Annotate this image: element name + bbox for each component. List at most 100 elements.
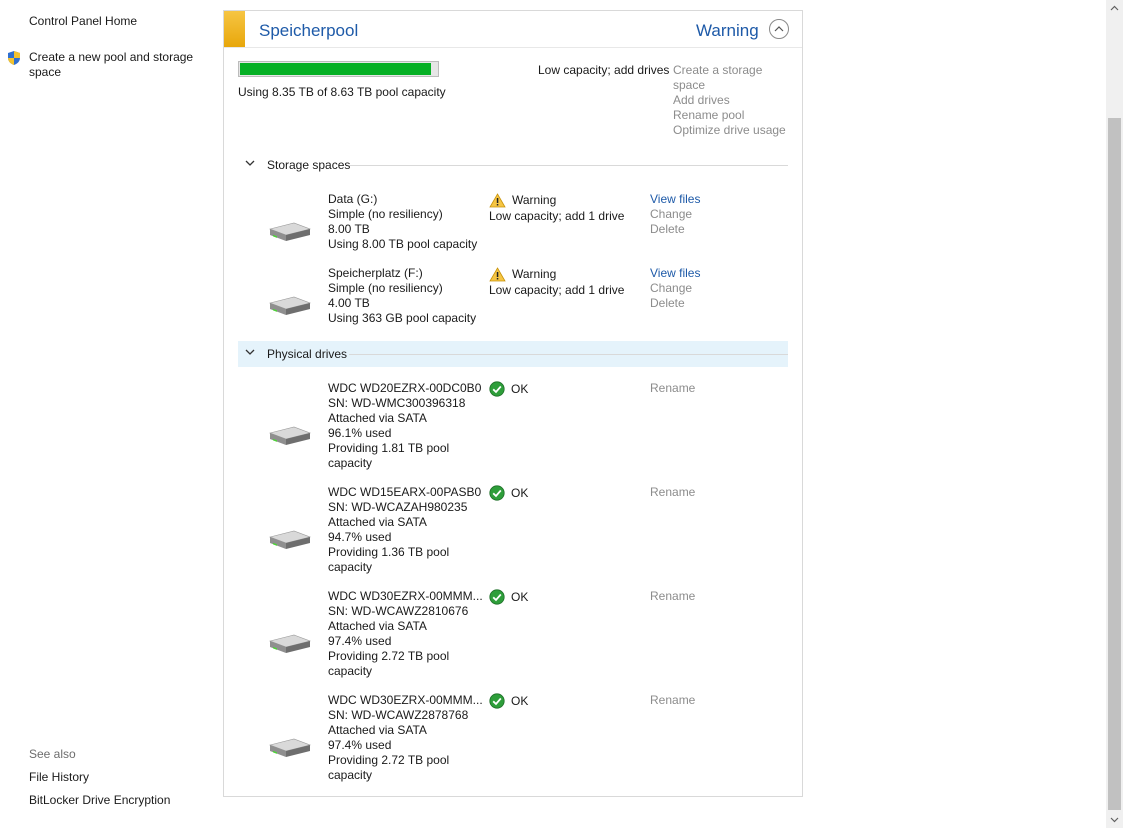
rename-drive-link[interactable]: Rename [650,381,695,396]
see-also-heading: See also [29,747,76,761]
drive-status-label: OK [511,590,529,604]
hard-drive-icon [268,222,312,241]
rename-drive-link[interactable]: Rename [650,589,695,604]
drive-used: 94.7% used [328,530,392,544]
drive-actions: Rename [650,693,695,708]
space-actions: View files Change Delete [650,192,700,237]
pool-capacity-fill [240,63,431,75]
section-divider [349,354,788,355]
left-nav: Control Panel Home Create a new pool and… [0,0,210,828]
drive-serial: SN: WD-WMC300396318 [328,396,466,410]
optimize-drive-usage-link[interactable]: Optimize drive usage [673,123,793,138]
view-files-link[interactable]: View files [650,266,700,281]
chevron-down-icon [245,349,255,355]
drive-model: WDC WD30EZRX-00MMM... [328,693,483,707]
drive-status: OK [489,381,528,397]
drive-providing: Providing 1.36 TB pool [328,545,450,559]
create-pool-link[interactable]: Create a new pool and storage space [29,50,204,80]
space-resiliency: Simple (no resiliency) [328,207,443,221]
drive-status: OK [489,589,528,605]
uac-shield-icon [8,51,20,65]
drive-info: WDC WD20EZRX-00DC0B0 SN: WD-WMC300396318… [328,381,482,471]
collapse-button[interactable] [769,19,789,39]
view-files-link[interactable]: View files [650,192,700,207]
hard-drive-icon [268,530,312,549]
delete-link[interactable]: Delete [650,296,700,311]
drive-status-label: OK [511,486,529,500]
drive-serial: SN: WD-WCAZAH980235 [328,500,468,514]
space-size: 8.00 TB [328,222,370,236]
drive-model: WDC WD20EZRX-00DC0B0 [328,381,482,395]
space-info: Speicherplatz (F:) Simple (no resiliency… [328,266,478,326]
pool-header: Speicherpool Warning [224,11,802,48]
drive-attached: Attached via SATA [328,411,427,425]
drive-status: OK [489,693,528,709]
space-actions: View files Change Delete [650,266,700,311]
create-storage-space-link[interactable]: Create a storage space [673,63,793,93]
hard-drive-icon [268,738,312,757]
scroll-up-arrow-icon[interactable] [1106,0,1123,17]
drive-used: 97.4% used [328,634,392,648]
rename-drive-link[interactable]: Rename [650,693,695,708]
hard-drive-icon [268,634,312,653]
drive-status: OK [489,485,528,501]
change-link[interactable]: Change [650,207,700,222]
ok-check-icon [489,693,505,709]
drive-attached: Attached via SATA [328,723,427,737]
low-capacity-text: Low capacity; add drives [538,63,670,77]
rename-pool-link[interactable]: Rename pool [673,108,793,123]
drive-providing-cont: capacity [328,560,373,574]
scroll-thumb[interactable] [1108,118,1121,810]
space-info: Data (G:) Simple (no resiliency) 8.00 TB… [328,192,478,252]
physical-drives-section-header[interactable]: Physical drives [238,341,788,367]
space-status-detail: Low capacity; add 1 drive [489,283,625,297]
bitlocker-link[interactable]: BitLocker Drive Encryption [29,793,170,808]
drive-info: WDC WD30EZRX-00MMM... SN: WD-WCAWZ287876… [328,693,483,783]
create-storage-space-line1: Create a storage [673,63,763,77]
space-resiliency: Simple (no resiliency) [328,281,443,295]
pool-capacity-bar [238,61,439,77]
drive-providing: Providing 2.72 TB pool [328,649,450,663]
space-name: Data (G:) [328,192,378,206]
drive-providing: Providing 2.72 TB pool [328,753,450,767]
storage-pool-panel: Speicherpool Warning Using 8.35 TB of 8.… [223,10,803,797]
vertical-scrollbar[interactable] [1106,0,1123,828]
pool-status: Warning [696,21,759,40]
drive-actions: Rename [650,589,695,604]
drive-actions: Rename [650,381,695,396]
scroll-down-arrow-icon[interactable] [1106,811,1123,828]
drive-actions: Rename [650,485,695,500]
create-storage-space-line2: space [673,78,706,92]
physical-drives-label: Physical drives [267,347,348,361]
space-status-label: Warning [512,193,557,207]
ok-check-icon [489,381,505,397]
chevron-down-icon [245,160,255,166]
section-divider [349,165,788,166]
delete-link[interactable]: Delete [650,222,700,237]
space-status-label: Warning [512,267,557,281]
drive-serial: SN: WD-WCAWZ2878768 [328,708,469,722]
pool-capacity-text: Using 8.35 TB of 8.63 TB pool capacity [238,85,446,99]
drive-providing-cont: capacity [328,456,373,470]
space-usage: Using 8.00 TB pool capacity [328,237,478,251]
ok-check-icon [489,589,505,605]
space-name: Speicherplatz (F:) [328,266,423,280]
change-link[interactable]: Change [650,281,700,296]
warning-strip [224,11,245,47]
drive-status-label: OK [511,382,529,396]
space-status: Warning Low capacity; add 1 drive [489,192,624,224]
add-drives-link[interactable]: Add drives [673,93,793,108]
rename-drive-link[interactable]: Rename [650,485,695,500]
space-usage: Using 363 GB pool capacity [328,311,477,325]
drive-providing: Providing 1.81 TB pool [328,441,450,455]
control-panel-home-link[interactable]: Control Panel Home [29,14,137,29]
warning-icon [489,266,506,281]
drive-providing-cont: capacity [328,664,373,678]
drive-attached: Attached via SATA [328,619,427,633]
drive-providing-cont: capacity [328,768,373,782]
space-status: Warning Low capacity; add 1 drive [489,266,624,298]
storage-spaces-section-header[interactable]: Storage spaces [238,152,788,178]
space-status-detail: Low capacity; add 1 drive [489,209,625,223]
drive-info: WDC WD30EZRX-00MMM... SN: WD-WCAWZ281067… [328,589,483,679]
file-history-link[interactable]: File History [29,770,89,785]
